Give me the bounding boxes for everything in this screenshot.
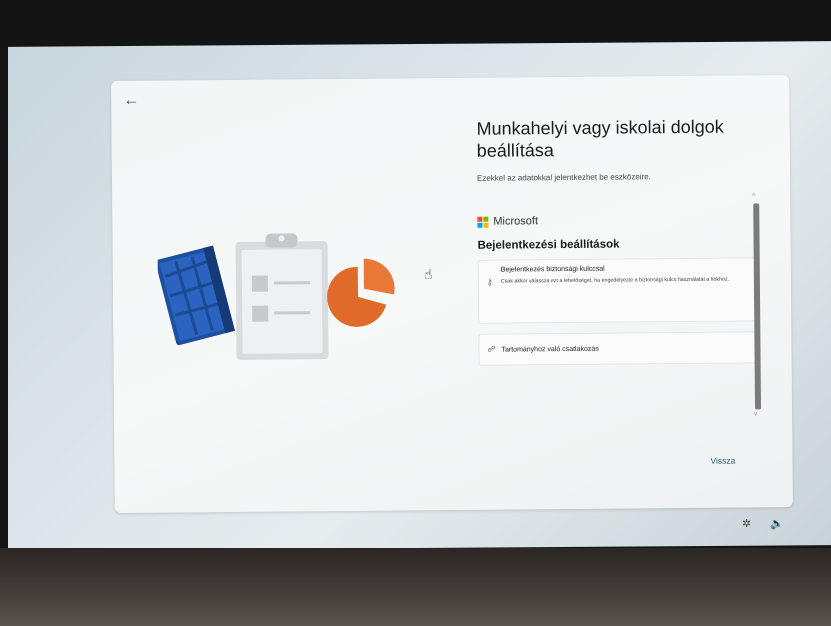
- scroll-up-icon[interactable]: ^: [752, 193, 755, 199]
- photo-bezel-top: [0, 0, 831, 48]
- domain-join-option-title: Tartományhoz való csatlakozás: [501, 345, 599, 354]
- pie-illustration: [327, 258, 395, 327]
- page-title: Munkahelyi vagy iskolai dolgok beállítás…: [476, 116, 724, 161]
- security-key-option-title: Bejelentkezés biztonsági kulccsal: [500, 265, 605, 274]
- key-icon: ⚷: [486, 277, 493, 287]
- brand-name: Microsoft: [493, 215, 539, 228]
- scroll-down-icon[interactable]: v: [754, 411, 757, 417]
- notebook-illustration: [157, 245, 236, 346]
- hand-cursor-icon: ☝: [424, 266, 433, 282]
- domain-join-icon: ☍: [487, 344, 496, 354]
- clipboard-illustration: [157, 233, 395, 360]
- oobe-card: ← Munkahelyi vagy iskolai dolgok beállít…: [111, 75, 793, 513]
- microsoft-logo-icon: [477, 216, 489, 228]
- scrollbar-thumb[interactable]: [753, 203, 762, 410]
- page-subtitle: Ezekkel az adatokkal jelentkezhet be esz…: [476, 172, 651, 183]
- scrollbar[interactable]: ^ v: [752, 193, 762, 421]
- accessibility-icon[interactable]: ✲: [742, 517, 751, 530]
- clipboard-board: [235, 233, 329, 360]
- security-key-option[interactable]: Bejelentkezés biztonsági kulccsal ⚷ Csak…: [477, 257, 759, 324]
- back-arrow-icon[interactable]: ←: [121, 91, 141, 111]
- vissza-button[interactable]: Vissza: [710, 456, 735, 466]
- volume-icon[interactable]: 🔈: [770, 517, 784, 530]
- microsoft-brand: Microsoft: [477, 213, 757, 228]
- security-key-option-description: Csak akkor válassza ezt a lehetőséget, h…: [500, 276, 730, 285]
- section-heading: Bejelentkezési beállítások: [477, 238, 620, 252]
- domain-join-option[interactable]: ☍ Tartományhoz való csatlakozás: [478, 331, 759, 366]
- photo-bezel-bottom: [0, 548, 831, 626]
- sign-in-options-panel: Microsoft Bejelentkezési beállítások Bej…: [477, 205, 759, 437]
